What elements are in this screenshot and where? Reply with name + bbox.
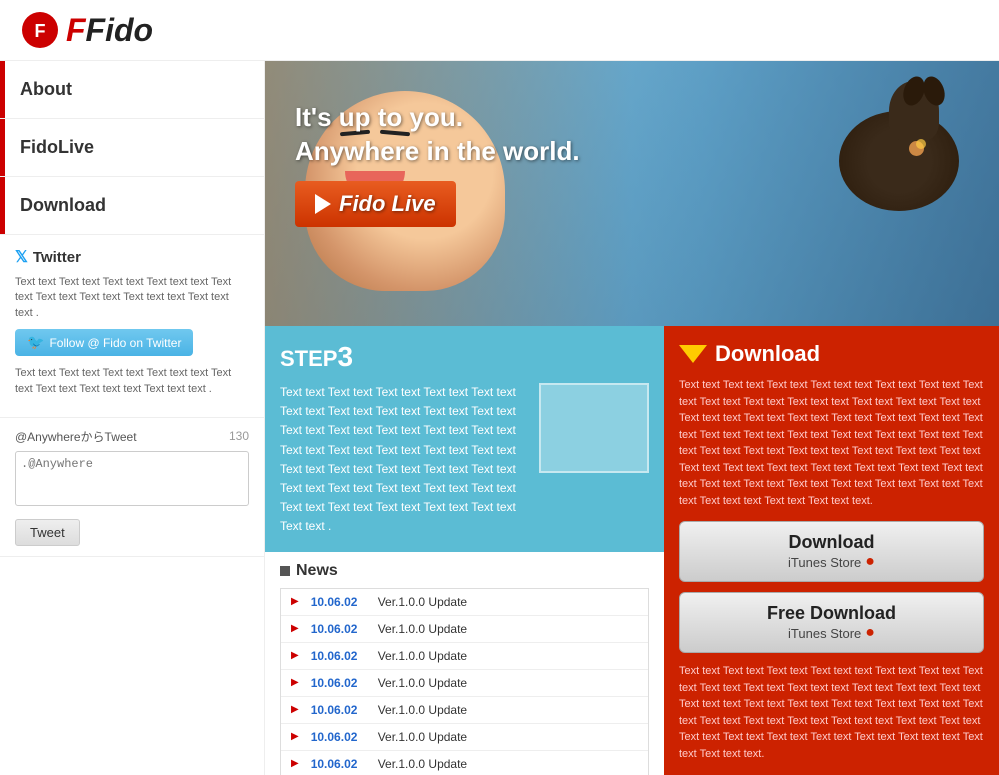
news-list-item[interactable]: ▶ 10.06.02 Ver.1.0.0 Update (281, 751, 648, 775)
news-list-item[interactable]: ▶ 10.06.02 Ver.1.0.0 Update (281, 589, 648, 616)
download-bullet-icon: ● (865, 553, 875, 571)
news-item-arrow-icon: ▶ (291, 596, 299, 607)
news-item-arrow-icon: ▶ (291, 677, 299, 688)
download-itunes-button[interactable]: Download iTunes Store ● (679, 521, 984, 582)
sidebar-item-fidolive[interactable]: FidoLive (0, 119, 264, 177)
twitter-bird-icon: 𝕏 (15, 247, 28, 267)
news-header: News (280, 562, 649, 580)
main-layout: About FidoLive Download 𝕏 Twitter Text t… (0, 61, 999, 775)
twitter-desc1: Text text Text text Text text Text text … (15, 275, 249, 321)
step-body-text: Text text Text text Text text Text text … (280, 383, 524, 537)
news-item-date: 10.06.02 (311, 757, 366, 771)
download-desc: Text text Text text Text text Text text … (679, 377, 984, 509)
tweet-count: 130 (229, 429, 249, 443)
bottom-content: STEP3 Text text Text text Text text Text… (265, 326, 999, 775)
news-item-date: 10.06.02 (311, 649, 366, 663)
svg-text:F: F (35, 21, 46, 41)
twitter-section: 𝕏 Twitter Text text Text text Text text … (0, 235, 264, 418)
news-list-item[interactable]: ▶ 10.06.02 Ver.1.0.0 Update (281, 724, 648, 751)
fido-logo-icon: F (20, 10, 60, 50)
free-download-bullet-icon: ● (865, 624, 875, 642)
news-list-item[interactable]: ▶ 10.06.02 Ver.1.0.0 Update (281, 697, 648, 724)
hero-banner: It's up to you. Anywhere in the world. F… (265, 61, 999, 326)
step-section: STEP3 Text text Text text Text text Text… (265, 326, 664, 552)
download-footer-text: Text text Text text Text text Text text … (679, 663, 984, 762)
free-download-btn-title: Free Download (695, 603, 968, 624)
news-item-arrow-icon: ▶ (291, 731, 299, 742)
news-item-date: 10.06.02 (311, 703, 366, 717)
news-item-date: 10.06.02 (311, 595, 366, 609)
news-item-arrow-icon: ▶ (291, 650, 299, 661)
twitter-desc2: Text text Text text Text text Text text … (15, 366, 249, 397)
logo-text: FFido (66, 12, 153, 49)
sidebar: About FidoLive Download 𝕏 Twitter Text t… (0, 61, 265, 775)
news-item-title: Ver.1.0.0 Update (378, 676, 467, 690)
news-list: ▶ 10.06.02 Ver.1.0.0 Update ▶ 10.06.02 V… (280, 588, 649, 775)
news-square-icon (280, 566, 290, 576)
fido-live-badge[interactable]: Fido Live (295, 181, 456, 227)
arrow-right-icon (315, 194, 331, 214)
sidebar-item-download[interactable]: Download (0, 177, 264, 235)
header: F FFido (0, 0, 999, 61)
twitter-icon-small: 🐦 (27, 334, 44, 351)
news-item-title: Ver.1.0.0 Update (378, 595, 467, 609)
download-btn-title: Download (695, 532, 968, 553)
download-header: Download (679, 341, 984, 367)
news-item-title: Ver.1.0.0 Update (378, 649, 467, 663)
news-title: News (296, 562, 338, 580)
content-area: It's up to you. Anywhere in the world. F… (265, 61, 999, 775)
tweet-label: @AnywhereからTweet (15, 428, 137, 445)
news-item-arrow-icon: ▶ (291, 704, 299, 715)
free-download-btn-sub: iTunes Store ● (695, 624, 968, 642)
step-header: STEP3 (280, 341, 649, 373)
sidebar-item-about[interactable]: About (0, 61, 264, 119)
news-item-title: Ver.1.0.0 Update (378, 730, 467, 744)
download-section: Download Text text Text text Text text T… (664, 326, 999, 775)
follow-twitter-button[interactable]: 🐦 Follow @ Fido on Twitter (15, 329, 193, 356)
news-item-arrow-icon: ▶ (291, 758, 299, 769)
hero-text: It's up to you. Anywhere in the world. F… (295, 101, 580, 227)
left-column: STEP3 Text text Text text Text text Text… (265, 326, 664, 775)
free-download-itunes-button[interactable]: Free Download iTunes Store ● (679, 592, 984, 653)
tweet-input[interactable] (15, 451, 249, 506)
download-arrow-icon (679, 345, 707, 363)
download-panel-title: Download (715, 341, 820, 367)
news-item-date: 10.06.02 (311, 676, 366, 690)
hero-tagline: It's up to you. Anywhere in the world. (295, 101, 580, 169)
logo[interactable]: F FFido (20, 10, 153, 50)
news-item-arrow-icon: ▶ (291, 623, 299, 634)
tweet-label-row: @AnywhereからTweet 130 (15, 428, 249, 445)
tweet-section: @AnywhereからTweet 130 Tweet (0, 418, 264, 557)
news-item-date: 10.06.02 (311, 622, 366, 636)
news-item-title: Ver.1.0.0 Update (378, 757, 467, 771)
news-item-date: 10.06.02 (311, 730, 366, 744)
step-image (539, 383, 649, 473)
step-content: Text text Text text Text text Text text … (280, 383, 649, 537)
news-item-title: Ver.1.0.0 Update (378, 703, 467, 717)
news-section: News ▶ 10.06.02 Ver.1.0.0 Update ▶ 10.06… (265, 552, 664, 775)
news-list-item[interactable]: ▶ 10.06.02 Ver.1.0.0 Update (281, 670, 648, 697)
news-list-item[interactable]: ▶ 10.06.02 Ver.1.0.0 Update (281, 643, 648, 670)
news-list-item[interactable]: ▶ 10.06.02 Ver.1.0.0 Update (281, 616, 648, 643)
download-btn-sub: iTunes Store ● (695, 553, 968, 571)
right-column: Download Text text Text text Text text T… (664, 326, 999, 775)
news-item-title: Ver.1.0.0 Update (378, 622, 467, 636)
tweet-button[interactable]: Tweet (15, 519, 80, 546)
twitter-title: 𝕏 Twitter (15, 247, 249, 267)
